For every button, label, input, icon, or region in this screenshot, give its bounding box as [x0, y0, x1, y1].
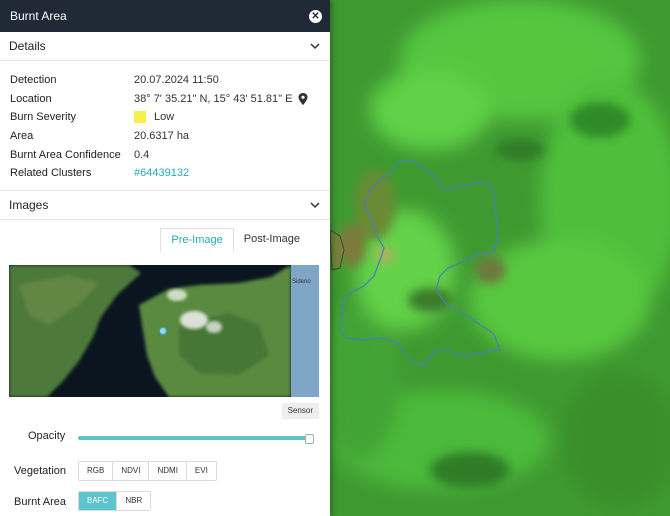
area-value: 20.6317 ha [134, 130, 190, 143]
opacity-slider-handle[interactable] [305, 434, 314, 444]
burnt-area-label: Burnt Area [14, 496, 66, 508]
detail-key: Burn Severity [10, 111, 77, 124]
panel-title: Burnt Area [10, 9, 67, 23]
detail-row-location: Location 38° 7' 35.21" N, 15° 43' 51.81"… [10, 90, 320, 109]
detail-value: #64439132 [134, 167, 189, 179]
detail-row-detection: Detection 20.07.2024 11:50 [10, 71, 320, 90]
severity-swatch [134, 111, 146, 124]
sensor-button[interactable]: Sensor [281, 403, 319, 419]
vegetation-label: Vegetation [14, 465, 66, 477]
cloud-3 [167, 289, 187, 301]
vegetation-toggle-group: RGB NDVI NDMI EVI [78, 461, 217, 481]
details-header-label: Details [9, 39, 46, 53]
vegetation-option-ndmi[interactable]: NDMI [149, 462, 187, 480]
images-section-header[interactable]: Images [0, 191, 330, 220]
detail-key: Burnt Area Confidence [10, 148, 121, 161]
detection-value: 20.07.2024 11:50 [134, 74, 219, 87]
detail-value: Low [134, 111, 175, 124]
opacity-label: Opacity [28, 430, 66, 442]
tab-post-image[interactable]: Post-Image [234, 228, 310, 250]
details-list: Detection 20.07.2024 11:50 Location 38° … [0, 61, 330, 191]
location-marker [159, 327, 167, 335]
detail-row-area: Area 20.6317 ha [10, 127, 320, 146]
images-header-label: Images [9, 198, 49, 212]
detail-value: 0.4 [134, 149, 149, 161]
cloud-2 [206, 321, 222, 333]
vegetation-option-ndvi[interactable]: NDVI [113, 462, 150, 480]
vegetation-option-evi[interactable]: EVI [186, 462, 216, 480]
image-preview[interactable]: Sideno [9, 265, 319, 397]
detail-value: 38° 7' 35.21" N, 15° 43' 51.81" E [134, 92, 308, 105]
opacity-slider[interactable] [78, 436, 310, 440]
confidence-value: 0.4 [134, 148, 150, 161]
chevron-down-icon [310, 202, 320, 209]
burnt-area-toggle-group: BAFC NBR [78, 491, 152, 511]
burnt-area-panel: Burnt Area ✕ Details Detection 20.07.202… [0, 0, 330, 516]
close-icon[interactable]: ✕ [309, 9, 322, 23]
image-tabs: Pre-Image Post-Image [0, 220, 330, 252]
tab-pre-image[interactable]: Pre-Image [160, 228, 234, 252]
map-place-label: Sideno [292, 279, 311, 285]
detail-value: 20.07.2024 11:50 [134, 74, 219, 86]
detail-key: Related Clusters [10, 167, 92, 180]
burnt-area-option-bafc[interactable]: BAFC [79, 492, 118, 510]
location-value: 38° 7' 35.21" N, 15° 43' 51.81" E [134, 92, 293, 105]
vegetation-option-rgb[interactable]: RGB [79, 462, 114, 480]
detail-row-related-clusters: Related Clusters #64439132 [10, 164, 320, 183]
severity-value: Low [154, 111, 175, 124]
related-cluster-link[interactable]: #64439132 [134, 167, 189, 179]
detail-key: Location [10, 92, 52, 105]
detail-key: Detection [10, 74, 57, 87]
detail-key: Area [10, 130, 34, 143]
detail-row-confidence: Burnt Area Confidence 0.4 [10, 145, 320, 164]
preview-map: Sideno [9, 265, 319, 397]
chevron-down-icon [310, 43, 320, 50]
detail-row-burn-severity: Burn Severity Low [10, 108, 320, 127]
panel-titlebar: Burnt Area ✕ [0, 0, 330, 32]
details-section-header[interactable]: Details [0, 32, 330, 61]
cloud-1 [180, 311, 208, 329]
map-pin-icon[interactable] [298, 92, 308, 105]
detail-value: 20.6317 ha [134, 130, 189, 142]
burnt-area-option-nbr[interactable]: NBR [117, 492, 151, 510]
